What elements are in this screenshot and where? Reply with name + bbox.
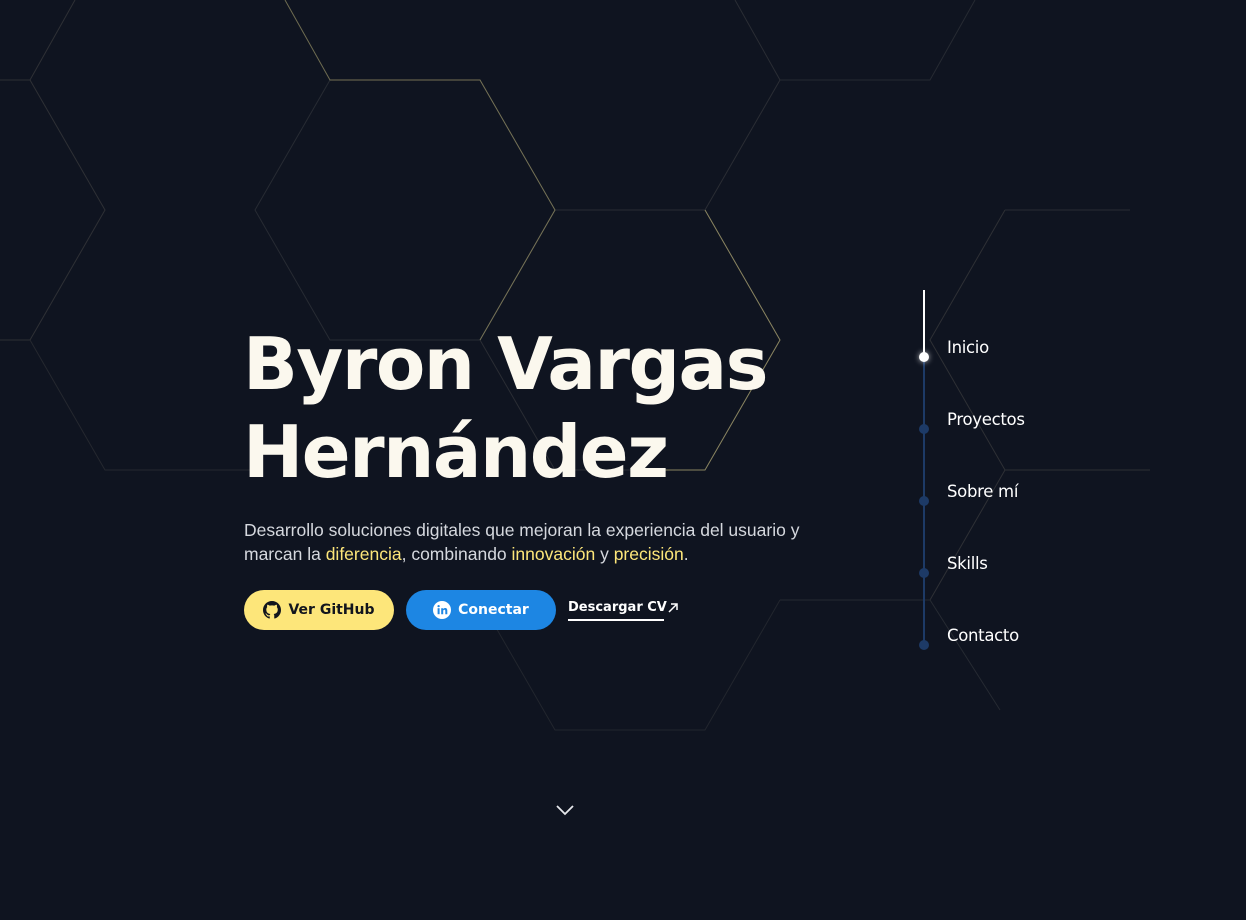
nav-label-proyectos: Proyectos xyxy=(947,410,1025,429)
linkedin-button-label: Conectar xyxy=(458,602,529,618)
hexagon-outline xyxy=(254,79,556,341)
nav-dot xyxy=(919,640,929,650)
nav-dot xyxy=(919,496,929,506)
highlight-precision: precisión xyxy=(613,544,684,564)
hero-description: Desarrollo soluciones digitales que mejo… xyxy=(244,518,844,566)
hero-name-line2: Hernández xyxy=(243,410,669,494)
hexagon-outline xyxy=(780,0,976,81)
highlight-innovacion: innovación xyxy=(511,544,596,564)
hero-description-text: . xyxy=(683,544,689,564)
scroll-down-button[interactable] xyxy=(555,802,575,816)
arrow-up-right-icon xyxy=(667,602,679,618)
nav-dot xyxy=(919,424,929,434)
chevron-down-icon xyxy=(556,805,574,816)
download-cv-link[interactable]: Descargar CV xyxy=(568,599,678,621)
nav-track-progress xyxy=(923,290,925,356)
hexagon-outline xyxy=(704,0,781,211)
download-cv-underline xyxy=(568,618,664,621)
hero-description-text: , combinando xyxy=(401,544,512,564)
nav-label-sobre-mi: Sobre mí xyxy=(947,482,1019,501)
hexagon-outline xyxy=(0,0,76,81)
download-cv-label: Descargar CV xyxy=(568,599,667,615)
github-button[interactable]: Ver GitHub xyxy=(244,590,394,630)
hexagon-accent-line xyxy=(284,0,556,341)
section-nav: Inicio Proyectos Sobre mí Skills Contact… xyxy=(916,290,1066,650)
hero-actions: Ver GitHub Conectar Descargar CV xyxy=(244,590,883,630)
linkedin-button[interactable]: Conectar xyxy=(406,590,556,630)
nav-label-inicio: Inicio xyxy=(947,338,989,357)
hero-description-text: y xyxy=(595,544,614,564)
hero-name-line1: Byron Vargas xyxy=(243,322,768,406)
page: Byron Vargas Hernández Desarrollo soluci… xyxy=(0,0,1246,920)
hero-name: Byron Vargas Hernández xyxy=(243,320,883,496)
hero-section: Byron Vargas Hernández Desarrollo soluci… xyxy=(243,320,883,630)
github-icon xyxy=(263,601,282,619)
hexagon-outline xyxy=(29,339,255,471)
nav-label-skills: Skills xyxy=(947,554,988,573)
linkedin-icon xyxy=(433,601,452,619)
hexagon-outline xyxy=(0,79,106,341)
nav-label-contacto: Contacto xyxy=(947,626,1019,645)
nav-dot xyxy=(919,568,929,578)
highlight-diferencia: diferencia xyxy=(325,544,402,564)
nav-dot-active xyxy=(919,352,929,362)
github-button-label: Ver GitHub xyxy=(288,602,375,618)
